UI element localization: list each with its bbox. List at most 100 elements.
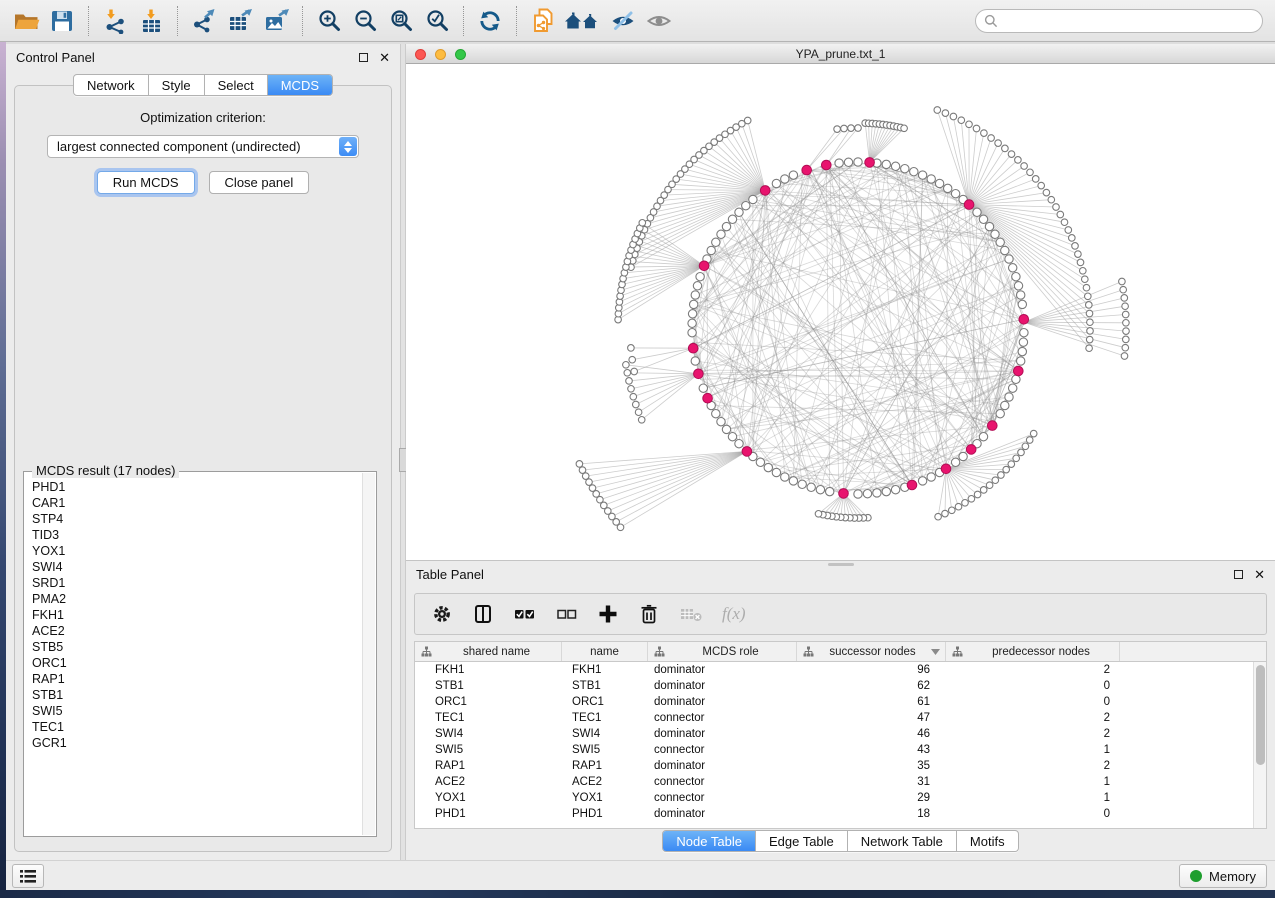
eye-icon xyxy=(646,8,672,34)
mcds-result-item[interactable]: TID3 xyxy=(32,527,362,543)
zoom-out-button[interactable] xyxy=(347,3,383,39)
optimization-select[interactable]: largest connected component (undirected) xyxy=(47,135,359,158)
refresh-button[interactable] xyxy=(472,3,508,39)
float-panel-icon[interactable] xyxy=(359,53,368,62)
minimize-window-icon[interactable] xyxy=(435,49,446,60)
column-header-MCDS-role[interactable]: MCDS role xyxy=(648,642,797,661)
hide-selected-button[interactable] xyxy=(605,3,641,39)
mcds-result-item[interactable]: SWI4 xyxy=(32,559,362,575)
optimization-label: Optimization criterion: xyxy=(15,110,391,125)
run-mcds-button[interactable]: Run MCDS xyxy=(97,171,195,194)
memory-button[interactable]: Memory xyxy=(1179,864,1267,888)
tab-motifs[interactable]: Motifs xyxy=(956,831,1018,851)
close-panel-button[interactable]: Close panel xyxy=(209,171,310,194)
mcds-result-item[interactable]: PHD1 xyxy=(32,479,362,495)
tab-style[interactable]: Style xyxy=(148,75,204,95)
zoom-in-button[interactable] xyxy=(311,3,347,39)
column-header-successor-nodes[interactable]: successor nodes xyxy=(797,642,946,661)
mcds-result-item[interactable]: CAR1 xyxy=(32,495,362,511)
table-cell: 0 xyxy=(946,696,1120,708)
table-row[interactable]: PHD1PHD1dominator180 xyxy=(415,806,1266,822)
table-panel: Table Panel ✕ f(x) shared namenameMCDS r… xyxy=(406,560,1275,860)
export-network-button[interactable] xyxy=(186,3,222,39)
export-image-button[interactable] xyxy=(258,3,294,39)
table-row[interactable]: ACE2ACE2connector311 xyxy=(415,774,1266,790)
result-list-scrollbar[interactable] xyxy=(362,473,375,835)
zoom-selected-button[interactable] xyxy=(419,3,455,39)
close-window-icon[interactable] xyxy=(415,49,426,60)
mcds-result-item[interactable]: RAP1 xyxy=(32,671,362,687)
mcds-result-item[interactable]: STB1 xyxy=(32,687,362,703)
mcds-result-item[interactable]: TEC1 xyxy=(32,719,362,735)
mcds-result-item[interactable]: YOX1 xyxy=(32,543,362,559)
delete-table-button-disabled xyxy=(679,603,703,625)
table-cell: 61 xyxy=(797,696,946,708)
copy-network-button[interactable] xyxy=(525,3,561,39)
column-header-shared-name[interactable]: shared name xyxy=(415,642,562,661)
table-cell: 43 xyxy=(797,744,946,756)
show-columns-button[interactable] xyxy=(472,603,494,625)
mcds-result-item[interactable]: PMA2 xyxy=(32,591,362,607)
table-scrollbar[interactable] xyxy=(1253,662,1266,828)
table-cell: ORC1 xyxy=(562,696,648,708)
mcds-result-item[interactable]: ACE2 xyxy=(32,623,362,639)
delete-column-button[interactable] xyxy=(638,603,660,625)
save-button[interactable] xyxy=(44,3,80,39)
table-row[interactable]: TEC1TEC1connector472 xyxy=(415,710,1266,726)
table-cell: FKH1 xyxy=(415,664,562,676)
export-table-button[interactable] xyxy=(222,3,258,39)
close-panel-icon[interactable]: ✕ xyxy=(1254,568,1265,581)
home-button[interactable] xyxy=(561,3,605,39)
table-cell: 35 xyxy=(797,760,946,772)
list-icon xyxy=(19,869,37,884)
show-panels-button[interactable] xyxy=(12,864,44,888)
network-canvas[interactable] xyxy=(406,64,1275,560)
mcds-result-item[interactable]: STP4 xyxy=(32,511,362,527)
show-all-button[interactable] xyxy=(641,3,677,39)
mcds-result-item[interactable]: FKH1 xyxy=(32,607,362,623)
column-header-predecessor-nodes[interactable]: predecessor nodes xyxy=(946,642,1120,661)
mcds-result-item[interactable]: SWI5 xyxy=(32,703,362,719)
table-scrollbar-thumb[interactable] xyxy=(1256,665,1265,765)
select-all-button[interactable] xyxy=(513,603,536,625)
tab-node-table[interactable]: Node Table xyxy=(663,831,755,851)
column-header-name[interactable]: name xyxy=(562,642,648,661)
table-panel-grip[interactable] xyxy=(828,563,854,566)
desktop-background xyxy=(0,890,1275,898)
add-column-button[interactable] xyxy=(597,603,619,625)
table-cell: SWI5 xyxy=(415,744,562,756)
network-window-titlebar[interactable]: YPA_prune.txt_1 xyxy=(406,44,1275,64)
tab-network[interactable]: Network xyxy=(74,75,148,95)
mcds-result-item[interactable]: SRD1 xyxy=(32,575,362,591)
open-file-button[interactable] xyxy=(8,3,44,39)
table-settings-button[interactable] xyxy=(431,603,453,625)
table-row[interactable]: ORC1ORC1dominator610 xyxy=(415,694,1266,710)
mcds-result-item[interactable]: GCR1 xyxy=(32,735,362,751)
import-network-button[interactable] xyxy=(97,3,133,39)
tab-network-table[interactable]: Network Table xyxy=(847,831,956,851)
mcds-result-item[interactable]: STB5 xyxy=(32,639,362,655)
mcds-result-item[interactable]: ORC1 xyxy=(32,655,362,671)
maximize-window-icon[interactable] xyxy=(455,49,466,60)
table-row[interactable]: STB1STB1dominator620 xyxy=(415,678,1266,694)
table-cell: PHD1 xyxy=(415,808,562,820)
deselect-all-button[interactable] xyxy=(555,603,578,625)
zoom-out-icon xyxy=(353,8,378,33)
table-row[interactable]: SWI4SWI4dominator462 xyxy=(415,726,1266,742)
tab-mcds[interactable]: MCDS xyxy=(267,75,332,95)
table-toolbar: f(x) xyxy=(414,593,1267,635)
search-input[interactable] xyxy=(975,9,1263,33)
table-row[interactable]: FKH1FKH1dominator962 xyxy=(415,662,1266,678)
tab-edge-table[interactable]: Edge Table xyxy=(755,831,847,851)
table-cell: 2 xyxy=(946,760,1120,772)
table-cell: 96 xyxy=(797,664,946,676)
import-table-button[interactable] xyxy=(133,3,169,39)
tab-select[interactable]: Select xyxy=(204,75,267,95)
table-row[interactable]: SWI5SWI5connector431 xyxy=(415,742,1266,758)
zoom-fit-button[interactable] xyxy=(383,3,419,39)
zoom-selected-icon xyxy=(425,8,450,33)
table-row[interactable]: YOX1YOX1connector291 xyxy=(415,790,1266,806)
close-panel-icon[interactable]: ✕ xyxy=(379,51,390,64)
table-row[interactable]: RAP1RAP1dominator352 xyxy=(415,758,1266,774)
float-panel-icon[interactable] xyxy=(1234,570,1243,579)
